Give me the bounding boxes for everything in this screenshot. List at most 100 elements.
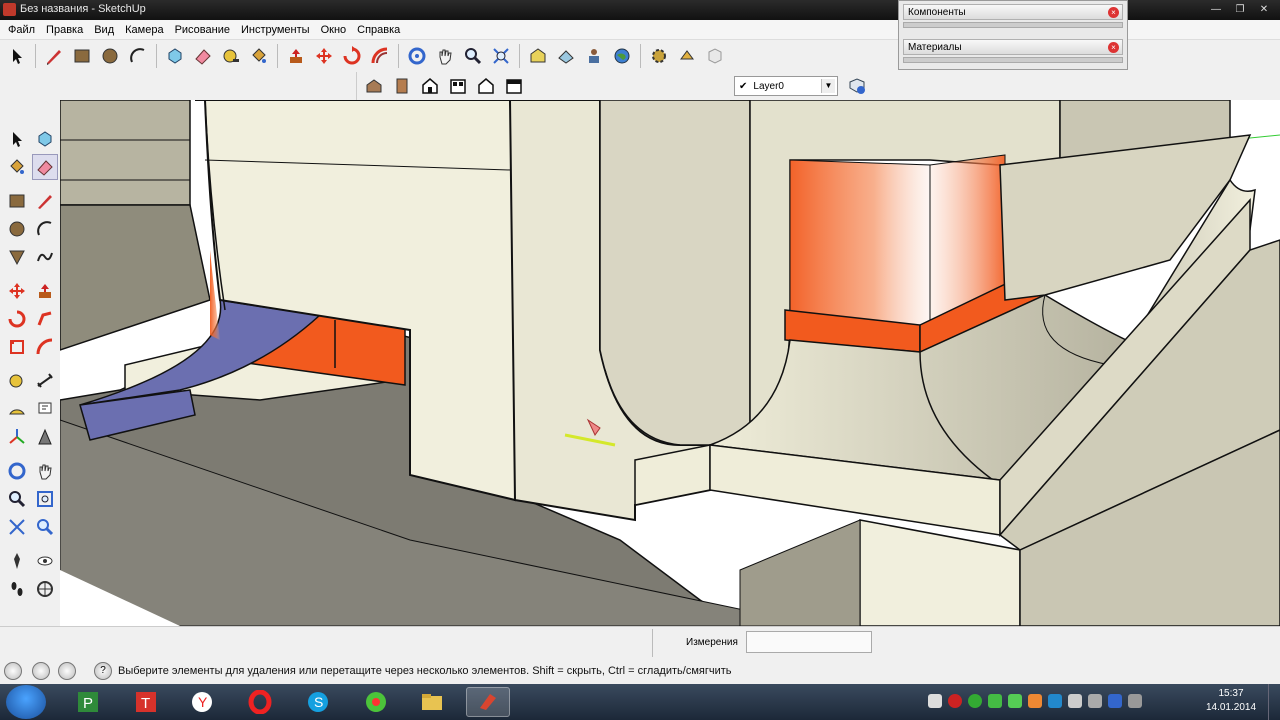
tray-flag-icon[interactable] bbox=[1088, 694, 1102, 708]
tray-download-icon[interactable] bbox=[988, 694, 1002, 708]
dimension-tool-button[interactable] bbox=[32, 368, 58, 394]
protractor-tool-button[interactable] bbox=[4, 396, 30, 422]
tray-orange-icon[interactable] bbox=[1028, 694, 1042, 708]
tray-green-icon[interactable] bbox=[968, 694, 982, 708]
show-desktop-button[interactable] bbox=[1268, 684, 1280, 720]
polygon-tool-button[interactable] bbox=[4, 244, 30, 270]
circle-tool-button[interactable] bbox=[97, 43, 123, 69]
close-icon[interactable]: ✕ bbox=[1254, 2, 1274, 17]
scale-tool-button[interactable] bbox=[4, 334, 30, 360]
section-plane-button[interactable] bbox=[32, 576, 58, 602]
taskbar-skype[interactable]: S bbox=[296, 687, 340, 717]
zoom-extents-button[interactable] bbox=[488, 43, 514, 69]
components-panel-header[interactable]: Компоненты × bbox=[903, 4, 1123, 20]
top-view-button[interactable] bbox=[389, 73, 415, 99]
rectangle-tool-button[interactable] bbox=[4, 188, 30, 214]
start-button[interactable] bbox=[6, 685, 46, 719]
circle-tool-button[interactable] bbox=[4, 216, 30, 242]
menu-draw[interactable]: Рисование bbox=[171, 24, 237, 36]
share-model-button[interactable] bbox=[553, 43, 579, 69]
rotate-tool-button[interactable] bbox=[339, 43, 365, 69]
push-pull-button[interactable] bbox=[283, 43, 309, 69]
menu-tools[interactable]: Инструменты bbox=[237, 24, 317, 36]
rectangle-tool-button[interactable] bbox=[69, 43, 95, 69]
menu-edit[interactable]: Правка bbox=[42, 24, 90, 36]
look-around-button[interactable] bbox=[32, 548, 58, 574]
taskbar-clock[interactable]: 15:37 14.01.2014 bbox=[1200, 687, 1262, 715]
taskbar-file-manager[interactable] bbox=[410, 687, 454, 717]
taskbar-yandex[interactable]: Y bbox=[180, 687, 224, 717]
eraser-tool-button[interactable] bbox=[190, 43, 216, 69]
tray-record-icon[interactable] bbox=[948, 694, 962, 708]
line-tool-button[interactable] bbox=[32, 188, 58, 214]
pan-tool-button[interactable] bbox=[32, 458, 58, 484]
measurements-input[interactable] bbox=[746, 631, 872, 653]
sandbox-tool-button[interactable] bbox=[646, 43, 672, 69]
layout-button[interactable] bbox=[702, 43, 728, 69]
zoom-extents-button[interactable] bbox=[4, 514, 30, 540]
make-component-button[interactable] bbox=[32, 126, 58, 152]
offset-tool-button[interactable] bbox=[367, 43, 393, 69]
minimize-icon[interactable]: — bbox=[1206, 2, 1226, 17]
axes-tool-button[interactable] bbox=[4, 424, 30, 450]
menu-file[interactable]: Файл bbox=[4, 24, 42, 36]
close-icon[interactable]: × bbox=[1108, 7, 1119, 18]
zoom-tool-button[interactable] bbox=[4, 486, 30, 512]
credits-icon[interactable] bbox=[32, 662, 50, 680]
line-tool-button[interactable] bbox=[41, 43, 67, 69]
iso-view-button[interactable] bbox=[361, 73, 387, 99]
extension-warehouse-button[interactable] bbox=[581, 43, 607, 69]
orbit-tool-button[interactable] bbox=[4, 458, 30, 484]
dynamic-component-button[interactable] bbox=[674, 43, 700, 69]
front-view-button[interactable] bbox=[417, 73, 443, 99]
tray-app-icon[interactable] bbox=[1008, 694, 1022, 708]
text-tool-button[interactable] bbox=[32, 396, 58, 422]
taskbar-publisher[interactable]: P bbox=[66, 687, 110, 717]
push-pull-button[interactable] bbox=[32, 278, 58, 304]
menu-camera[interactable]: Камера bbox=[121, 24, 170, 36]
back-view-button[interactable] bbox=[473, 73, 499, 99]
geo-location-icon[interactable] bbox=[4, 662, 22, 680]
pan-tool-button[interactable] bbox=[432, 43, 458, 69]
position-camera-button[interactable] bbox=[4, 548, 30, 574]
3d-text-button[interactable] bbox=[32, 424, 58, 450]
tray-bluetooth-icon[interactable] bbox=[1108, 694, 1122, 708]
restore-icon[interactable]: ❐ bbox=[1230, 2, 1250, 17]
tape-measure-button[interactable] bbox=[4, 368, 30, 394]
close-icon[interactable]: × bbox=[1108, 42, 1119, 53]
layer-dropdown[interactable]: ✔ Layer0 ▼ bbox=[734, 76, 838, 96]
tray-network-icon[interactable] bbox=[1048, 694, 1062, 708]
taskbar-icq[interactable] bbox=[354, 687, 398, 717]
menu-view[interactable]: Вид bbox=[90, 24, 121, 36]
google-earth-button[interactable] bbox=[609, 43, 635, 69]
user-icon[interactable] bbox=[58, 662, 76, 680]
zoom-tool-button[interactable] bbox=[460, 43, 486, 69]
move-tool-button[interactable] bbox=[311, 43, 337, 69]
taskbar-sketchup[interactable] bbox=[466, 687, 510, 717]
help-icon[interactable]: ? bbox=[94, 662, 112, 680]
arc-tool-button[interactable] bbox=[125, 43, 151, 69]
walk-tool-button[interactable] bbox=[4, 576, 30, 602]
arc-tool-button[interactable] bbox=[32, 216, 58, 242]
make-component-button[interactable] bbox=[162, 43, 188, 69]
offset-tool-button[interactable] bbox=[32, 334, 58, 360]
taskbar-text-app[interactable]: T bbox=[124, 687, 168, 717]
right-view-button[interactable] bbox=[445, 73, 471, 99]
tray-power-icon[interactable] bbox=[1128, 694, 1142, 708]
paint-bucket-button[interactable] bbox=[4, 154, 30, 180]
chevron-down-icon[interactable]: ▼ bbox=[821, 79, 835, 93]
freehand-tool-button[interactable] bbox=[32, 244, 58, 270]
tray-arrow-icon[interactable] bbox=[928, 694, 942, 708]
layer-manager-button[interactable] bbox=[844, 73, 870, 99]
get-models-button[interactable] bbox=[525, 43, 551, 69]
tape-measure-button[interactable] bbox=[218, 43, 244, 69]
follow-me-button[interactable] bbox=[32, 306, 58, 332]
3d-viewport[interactable] bbox=[60, 100, 1280, 626]
eraser-tool-button-active[interactable] bbox=[32, 154, 58, 180]
rotate-tool-button[interactable] bbox=[4, 306, 30, 332]
previous-view-button[interactable] bbox=[32, 514, 58, 540]
panel-resize-bar[interactable] bbox=[903, 57, 1123, 63]
paint-bucket-button[interactable] bbox=[246, 43, 272, 69]
move-tool-button[interactable] bbox=[4, 278, 30, 304]
taskbar-opera[interactable] bbox=[238, 687, 282, 717]
